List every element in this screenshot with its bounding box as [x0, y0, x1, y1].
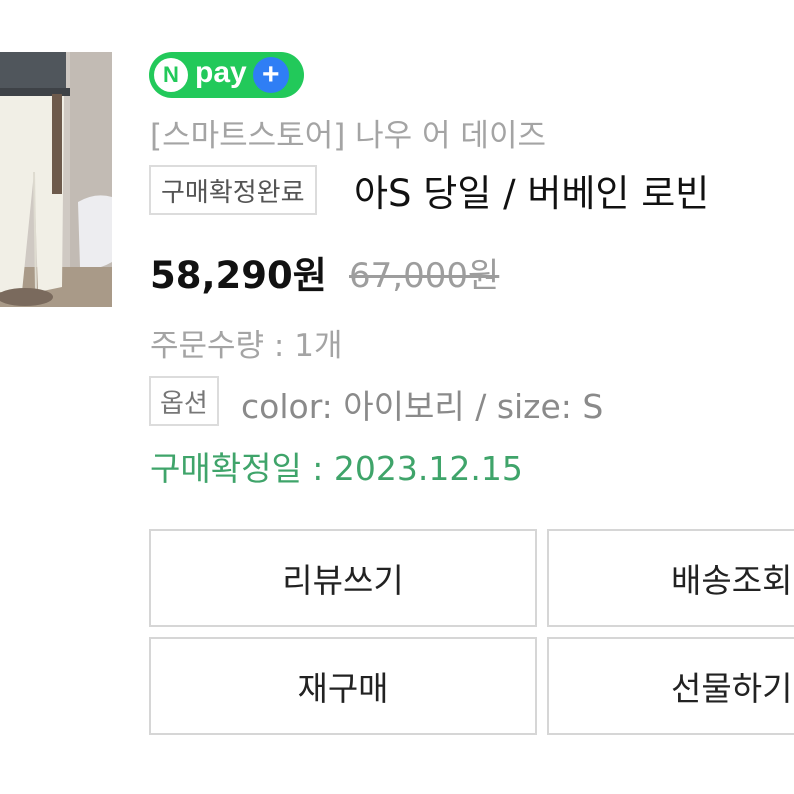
order-quantity: 주문수량 : 1개	[150, 328, 343, 364]
status-badge: 구매확정완료	[149, 165, 317, 215]
gift-button[interactable]: 선물하기	[547, 637, 794, 735]
purchase-confirm-date: 구매확정일 : 2023.12.15	[150, 449, 523, 488]
sale-price: 58,290원	[150, 254, 327, 297]
gift-label: 선물하기	[671, 669, 793, 708]
npay-plus-badge: N pay +	[149, 52, 304, 98]
original-price: 67,000원	[349, 256, 500, 296]
write-review-button[interactable]: 리뷰쓰기	[149, 529, 537, 627]
rebuy-label: 재구매	[297, 669, 389, 708]
npay-n-icon: N	[154, 58, 188, 92]
track-delivery-button[interactable]: 배송조회	[547, 529, 794, 627]
product-thumbnail[interactable]	[0, 52, 112, 307]
order-item-card: N pay + [스마트스토어] 나우 어 데이즈 구매확정완료 아S 당일 /…	[0, 0, 794, 794]
npay-label: pay	[195, 56, 247, 89]
product-title[interactable]: 아S 당일 / 버베인 로빈	[354, 163, 709, 217]
write-review-label: 리뷰쓰기	[282, 561, 404, 600]
store-name[interactable]: [스마트스토어] 나우 어 데이즈	[150, 110, 546, 155]
option-badge: 옵션	[149, 376, 219, 426]
track-delivery-label: 배송조회	[671, 561, 793, 600]
option-value: color: 아이보리 / size: S	[241, 387, 604, 426]
rebuy-button[interactable]: 재구매	[149, 637, 537, 735]
plus-icon: +	[252, 57, 289, 93]
